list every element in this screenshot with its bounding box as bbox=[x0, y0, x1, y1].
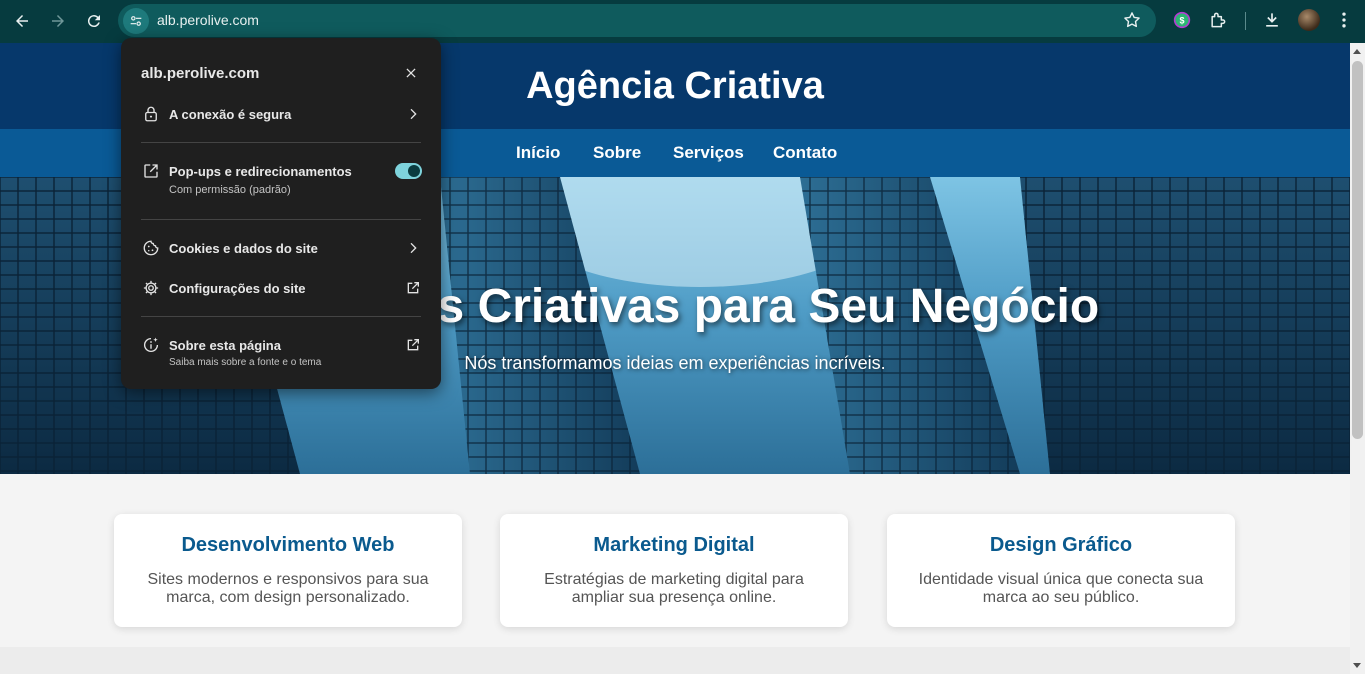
service-card-text: Estratégias de marketing digital para am… bbox=[544, 571, 804, 606]
site-settings-row[interactable]: Configurações do site bbox=[121, 278, 441, 302]
menu-kebab-icon[interactable] bbox=[1333, 9, 1355, 31]
popup-domain: alb.perolive.com bbox=[141, 65, 260, 82]
connection-row[interactable]: A conexão é segura bbox=[121, 104, 441, 128]
popups-row[interactable]: Pop-ups e redirecionamentos Com permissã… bbox=[121, 161, 441, 201]
close-icon bbox=[406, 68, 416, 78]
browser-toolbar: alb.perolive.com $ bbox=[0, 0, 1365, 43]
popup-divider bbox=[141, 316, 421, 317]
about-page-label: Sobre esta página bbox=[169, 338, 281, 353]
svg-text:$: $ bbox=[1179, 15, 1184, 25]
open-external-icon bbox=[403, 335, 423, 355]
extensions-puzzle-icon[interactable] bbox=[1207, 9, 1229, 31]
cookies-row[interactable]: Cookies e dados do site bbox=[121, 238, 441, 262]
arrow-right-icon bbox=[52, 15, 64, 27]
cookies-label: Cookies e dados do site bbox=[169, 241, 318, 256]
popups-label: Pop-ups e redirecionamentos bbox=[169, 164, 352, 179]
services-section: Desenvolvimento Web Sites modernos e res… bbox=[0, 474, 1350, 647]
popups-status: Com permissão (padrão) bbox=[169, 184, 291, 196]
about-page-sub: Saiba mais sobre a fonte e o tema bbox=[169, 357, 322, 368]
cookie-icon bbox=[141, 238, 161, 258]
nav-link-inicio[interactable]: Início bbox=[516, 143, 560, 163]
nav-link-servicos[interactable]: Serviços bbox=[673, 143, 744, 163]
about-page-icon bbox=[141, 335, 161, 355]
reload-button[interactable] bbox=[79, 7, 109, 35]
lock-icon bbox=[141, 104, 161, 124]
tune-icon bbox=[130, 16, 142, 26]
site-settings-label: Configurações do site bbox=[169, 281, 306, 296]
site-info-popup: alb.perolive.com A conexão é segura Pop-… bbox=[121, 38, 441, 389]
bookmark-star-icon[interactable] bbox=[1122, 10, 1142, 30]
service-card-title: Marketing Digital bbox=[593, 534, 755, 556]
forward-button[interactable] bbox=[43, 7, 73, 35]
service-card-title: Design Gráfico bbox=[989, 534, 1133, 556]
service-card-web: Desenvolvimento Web Sites modernos e res… bbox=[114, 514, 462, 627]
about-page-row[interactable]: Sobre esta página Saiba mais sobre a fon… bbox=[121, 335, 441, 375]
site-info-button[interactable] bbox=[123, 8, 149, 34]
service-card-title: Desenvolvimento Web bbox=[181, 534, 395, 556]
back-button[interactable] bbox=[7, 7, 37, 35]
toolbar-separator bbox=[1245, 12, 1246, 30]
service-card-text: Identidade visual única que conecta sua … bbox=[918, 571, 1204, 606]
close-button[interactable] bbox=[400, 62, 422, 84]
page-scrollbar[interactable] bbox=[1350, 43, 1365, 674]
service-card-design: Design Gráfico Identidade visual única q… bbox=[887, 514, 1235, 627]
reload-icon bbox=[87, 15, 100, 28]
chevron-right-icon bbox=[403, 104, 423, 124]
connection-label: A conexão é segura bbox=[169, 107, 292, 122]
popup-divider bbox=[141, 219, 421, 220]
nav-link-sobre[interactable]: Sobre bbox=[593, 143, 641, 163]
open-external-icon bbox=[403, 278, 423, 298]
download-icon[interactable] bbox=[1261, 9, 1283, 31]
footer-strip bbox=[0, 647, 1350, 674]
chevron-right-icon bbox=[403, 238, 423, 258]
service-card-text: Sites modernos e responsivos para sua ma… bbox=[147, 571, 429, 606]
gear-icon bbox=[141, 278, 161, 298]
arrow-left-icon bbox=[16, 15, 28, 27]
address-bar[interactable]: alb.perolive.com bbox=[118, 4, 1156, 37]
scroll-up-arrow-icon[interactable] bbox=[1353, 49, 1361, 54]
extension-dollar-icon[interactable]: $ bbox=[1171, 9, 1193, 31]
scroll-down-arrow-icon[interactable] bbox=[1353, 663, 1361, 668]
toggle-knob bbox=[408, 165, 420, 177]
scrollbar-thumb[interactable] bbox=[1352, 61, 1363, 439]
profile-avatar[interactable] bbox=[1298, 9, 1320, 31]
popup-divider bbox=[141, 142, 421, 143]
popups-toggle[interactable] bbox=[395, 163, 422, 179]
nav-link-contato[interactable]: Contato bbox=[773, 143, 837, 163]
url-text[interactable]: alb.perolive.com bbox=[157, 12, 259, 28]
service-card-marketing: Marketing Digital Estratégias de marketi… bbox=[500, 514, 848, 627]
popup-icon bbox=[141, 161, 161, 181]
